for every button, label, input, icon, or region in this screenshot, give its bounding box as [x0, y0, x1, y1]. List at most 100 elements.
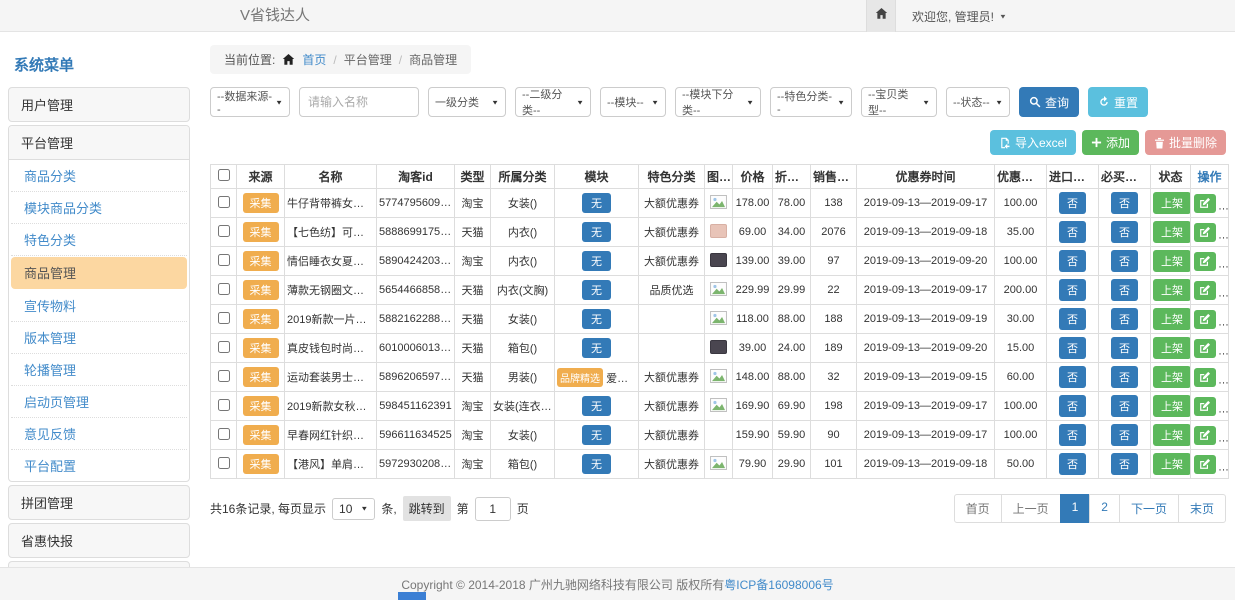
select-all-checkbox[interactable] [218, 169, 230, 181]
per-page-select[interactable]: 10 ▼ [332, 498, 375, 520]
status-toggle[interactable]: 上架 [1153, 250, 1191, 272]
sidebar-item[interactable]: 商品管理 [11, 257, 187, 289]
status-toggle[interactable]: 上架 [1153, 366, 1191, 388]
status-toggle[interactable]: 上架 [1153, 424, 1191, 446]
edit-button[interactable] [1194, 368, 1216, 387]
must-buy-toggle[interactable]: 否 [1111, 192, 1138, 214]
page-button-下一页[interactable]: 下一页 [1119, 494, 1179, 523]
sidebar-item[interactable]: 模块商品分类 [11, 192, 187, 224]
filter-select-data-source[interactable]: --数据来源--▼ [210, 87, 290, 117]
filter-select-2[interactable]: --二级分类--▼ [515, 87, 591, 117]
filter-select-1[interactable]: 一级分类▼ [428, 87, 506, 117]
row-checkbox[interactable] [218, 254, 230, 266]
records-summary: 共16条记录, 每页显示 [210, 500, 326, 517]
filter-select-3[interactable]: --模块--▼ [600, 87, 666, 117]
name-search-input[interactable] [299, 87, 419, 117]
page-button-首页[interactable]: 首页 [954, 494, 1002, 523]
page-button-2[interactable]: 2 [1089, 494, 1120, 523]
row-checkbox[interactable] [218, 341, 230, 353]
sidebar-item[interactable]: 版本管理 [11, 322, 187, 354]
import-select-toggle[interactable]: 否 [1059, 250, 1086, 272]
edit-button[interactable] [1194, 281, 1216, 300]
caret-down-icon: ▼ [746, 98, 754, 105]
edit-button[interactable] [1194, 397, 1216, 416]
import-select-toggle[interactable]: 否 [1059, 395, 1086, 417]
row-checkbox[interactable] [218, 283, 230, 295]
status-toggle[interactable]: 上架 [1153, 279, 1191, 301]
import-select-toggle[interactable]: 否 [1059, 453, 1086, 475]
reset-button[interactable]: 重置 [1088, 87, 1148, 117]
must-buy-toggle[interactable]: 否 [1111, 308, 1138, 330]
sidebar-group-header[interactable]: 拼团管理 [9, 486, 189, 519]
taoke-id: 588216228899 [377, 305, 455, 334]
sidebar-group-header[interactable]: 省惠快报 [9, 524, 189, 557]
status-toggle[interactable]: 上架 [1153, 308, 1191, 330]
filter-select-5[interactable]: --特色分类--▼ [770, 87, 852, 117]
status-toggle[interactable]: 上架 [1153, 337, 1191, 359]
row-checkbox[interactable] [218, 428, 230, 440]
home-button[interactable] [866, 0, 896, 32]
page-button-1[interactable]: 1 [1060, 494, 1091, 523]
row-checkbox[interactable] [218, 457, 230, 469]
import-select-toggle[interactable]: 否 [1059, 366, 1086, 388]
goods-category: 女装() [491, 305, 555, 334]
sidebar-group-header[interactable]: 用户管理 [9, 88, 189, 121]
import-select-toggle[interactable]: 否 [1059, 221, 1086, 243]
must-buy-toggle[interactable]: 否 [1111, 395, 1138, 417]
filter-select-7[interactable]: --状态--▼ [946, 87, 1010, 117]
edit-button[interactable] [1194, 252, 1216, 271]
sidebar-item[interactable]: 轮播管理 [11, 354, 187, 386]
edit-button[interactable] [1194, 310, 1216, 329]
row-checkbox[interactable] [218, 370, 230, 382]
status-toggle[interactable]: 上架 [1153, 453, 1191, 475]
sidebar-item[interactable]: 意见反馈 [11, 418, 187, 450]
row-checkbox[interactable] [218, 196, 230, 208]
import-select-toggle[interactable]: 否 [1059, 279, 1086, 301]
row-checkbox[interactable] [218, 399, 230, 411]
must-buy-toggle[interactable]: 否 [1111, 221, 1138, 243]
must-buy-toggle[interactable]: 否 [1111, 337, 1138, 359]
module-cell: 无 [555, 305, 639, 334]
page-jump-input[interactable] [475, 497, 511, 521]
sidebar-item[interactable]: 商品分类 [11, 160, 187, 192]
import-select-toggle[interactable]: 否 [1059, 424, 1086, 446]
column-header: 来源 [237, 165, 285, 189]
jump-to-button[interactable]: 跳转到 [403, 496, 451, 521]
page-button-末页[interactable]: 末页 [1178, 494, 1226, 523]
edit-button[interactable] [1194, 339, 1216, 358]
page-button-上一页[interactable]: 上一页 [1001, 494, 1061, 523]
icp-link[interactable]: 粤ICP备16098006号 [724, 576, 833, 593]
breadcrumb-home-link[interactable]: 首页 [302, 51, 326, 68]
filter-select-4[interactable]: --模块下分类--▼ [675, 87, 761, 117]
must-buy-toggle[interactable]: 否 [1111, 279, 1138, 301]
status-toggle[interactable]: 上架 [1153, 192, 1191, 214]
column-header: 模块 [555, 165, 639, 189]
edit-button[interactable] [1194, 194, 1216, 213]
add-button[interactable]: 添加 [1082, 130, 1139, 155]
sidebar-item[interactable]: 启动页管理 [11, 386, 187, 418]
sidebar-item[interactable]: 宣传物料 [11, 290, 187, 322]
import-excel-button[interactable]: 导入excel [990, 130, 1076, 155]
must-buy-toggle[interactable]: 否 [1111, 366, 1138, 388]
must-buy-toggle[interactable]: 否 [1111, 250, 1138, 272]
goods-icon-cell [705, 247, 733, 276]
must-buy-toggle[interactable]: 否 [1111, 424, 1138, 446]
edit-button[interactable] [1194, 223, 1216, 242]
status-toggle[interactable]: 上架 [1153, 395, 1191, 417]
filter-select-6[interactable]: --宝贝类型--▼ [861, 87, 937, 117]
import-select-toggle[interactable]: 否 [1059, 308, 1086, 330]
user-menu[interactable]: 欢迎您, 管理员! ▼ [912, 8, 1007, 25]
sidebar-item[interactable]: 特色分类 [11, 224, 187, 256]
edit-button[interactable] [1194, 455, 1216, 474]
row-checkbox[interactable] [218, 312, 230, 324]
query-button[interactable]: 查询 [1019, 87, 1079, 117]
row-checkbox[interactable] [218, 225, 230, 237]
sidebar-item[interactable]: 平台配置 [11, 450, 187, 481]
import-select-toggle[interactable]: 否 [1059, 192, 1086, 214]
must-buy-toggle[interactable]: 否 [1111, 453, 1138, 475]
edit-button[interactable] [1194, 426, 1216, 445]
batch-delete-button[interactable]: 批量删除 [1145, 130, 1226, 155]
sidebar-group-header[interactable]: 平台管理 [9, 126, 189, 160]
import-select-toggle[interactable]: 否 [1059, 337, 1086, 359]
status-toggle[interactable]: 上架 [1153, 221, 1191, 243]
